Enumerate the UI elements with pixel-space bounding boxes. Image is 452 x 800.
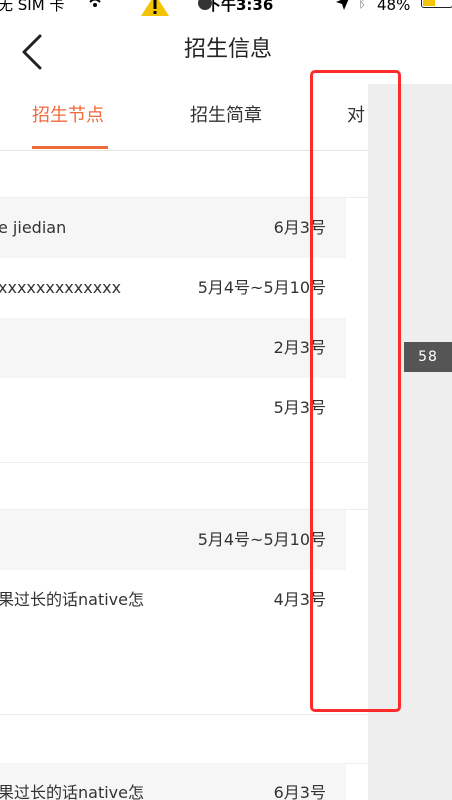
bluetooth-icon: ᛒ	[358, 0, 367, 11]
list-item[interactable]: e jiedian 6月3号	[0, 198, 346, 258]
side-panel	[368, 84, 452, 800]
list-item[interactable]: 2月3号	[0, 318, 346, 378]
list-item[interactable]: 果过长的话native怎 6月3号	[0, 763, 346, 800]
battery-icon	[421, 0, 452, 8]
tab-admission-brochure[interactable]: 招生简章	[190, 104, 262, 128]
list-item[interactable]: 果过长的话native怎 4月3号	[0, 570, 346, 630]
section-header	[0, 714, 368, 764]
item-date: 2月3号	[273, 338, 326, 357]
battery-percent: 48%	[377, 0, 411, 14]
warning-icon	[141, 0, 169, 16]
item-name: e jiedian	[0, 218, 67, 237]
navigation-bar: 招生信息	[0, 16, 452, 84]
carrier-label: 无 SIM 卡	[0, 0, 65, 14]
item-date: 5月4号~5月10号	[197, 530, 326, 549]
page-title: 招生信息	[183, 37, 272, 62]
list-item[interactable]: 5月3号	[0, 378, 346, 438]
item-date: 4月3号	[273, 590, 326, 609]
tab-third[interactable]: 对	[347, 104, 365, 128]
item-date: 5月4号~5月10号	[197, 278, 326, 297]
active-tab-indicator	[32, 146, 108, 149]
item-name: 果过长的话native怎	[0, 783, 144, 800]
location-arrow-icon	[336, 0, 349, 10]
item-date: 6月3号	[273, 218, 326, 237]
section-header	[0, 462, 368, 510]
status-bar: 无 SIM 卡 下午3:36 ᛒ 48%	[0, 0, 452, 16]
wifi-icon	[89, 0, 101, 7]
item-name: xxxxxxxxxxxxx	[0, 278, 122, 297]
list-item[interactable]: xxxxxxxxxxxxx 5月4号~5月10号	[0, 258, 346, 318]
status-time: 下午3:36	[206, 0, 274, 14]
list-item[interactable]: 5月4号~5月10号	[0, 510, 346, 570]
tab-admission-nodes[interactable]: 招生节点	[32, 104, 104, 128]
item-date: 5月3号	[273, 398, 326, 417]
page-number-badge: 58	[404, 342, 452, 372]
item-date: 6月3号	[273, 783, 326, 800]
item-name: 果过长的话native怎	[0, 590, 144, 609]
section-header	[0, 151, 368, 198]
app-screen: 无 SIM 卡 下午3:36 ᛒ 48% 招生信息 招生节点 招生简章 对 e …	[0, 0, 452, 800]
battery-fill	[423, 0, 435, 6]
tab-bar: 招生节点 招生简章 对	[0, 84, 368, 151]
schedule-list: e jiedian 6月3号 xxxxxxxxxxxxx 5月4号~5月10号 …	[0, 151, 368, 800]
